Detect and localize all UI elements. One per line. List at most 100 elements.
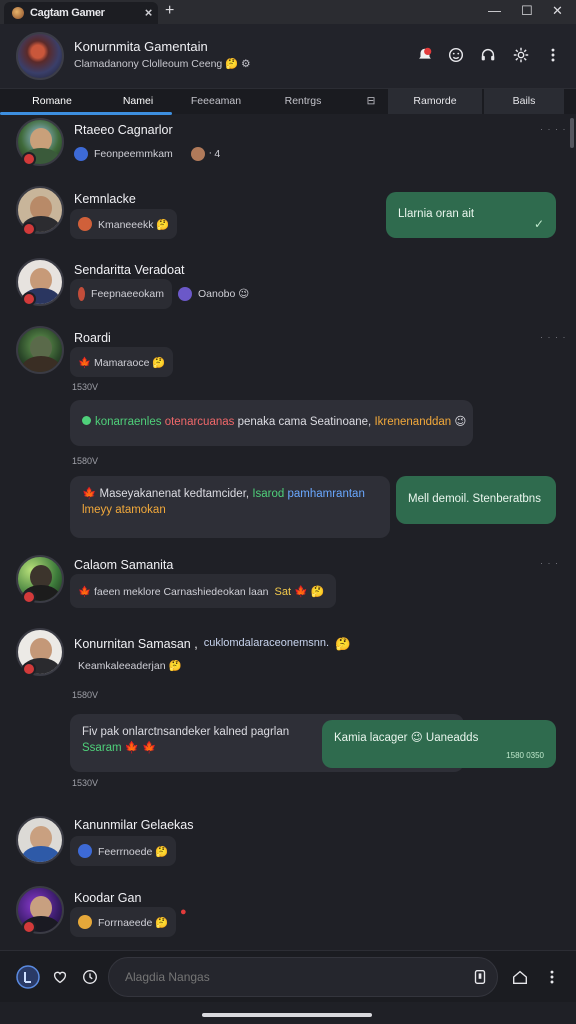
window-titlebar: Cagtam Gamer × + — ☐ ✕ <box>0 0 576 24</box>
chat-name[interactable]: Roardi <box>74 331 111 345</box>
minimize-button[interactable]: — <box>488 3 501 18</box>
mention-user[interactable]: konarraenles <box>95 416 161 428</box>
mention-user[interactable]: lmeyy atamokan <box>82 504 166 516</box>
message-text: penaka cama Seatinoane, <box>237 416 372 428</box>
globe-icon <box>78 844 92 858</box>
home-icon[interactable] <box>508 965 532 989</box>
chat-list: Rtaeeo Cagnarlor Feonpeemmkam ᐧ 4 · · · … <box>0 114 576 950</box>
message-text: 🍁 Maseyakanenat kedtamcider, <box>82 488 250 500</box>
chat-preview-text: Feerrnoede 🤔 <box>98 845 169 858</box>
gold-icon <box>78 915 92 929</box>
status-badge <box>22 152 36 166</box>
avatar[interactable] <box>16 816 64 864</box>
message-emoji: 😉 <box>454 416 467 428</box>
chat-preview: 🍁 Mamaraoce 🤔 <box>70 347 174 377</box>
unread-dot: ● <box>180 906 187 918</box>
status-badge <box>22 222 36 236</box>
chat-preview: Feepnaeeokam <box>70 279 172 309</box>
tab-grid-icon[interactable]: ⊟ <box>356 89 386 114</box>
chat-preview-text: 🍁 Mamaraoce 🤔 <box>78 356 166 369</box>
app-favicon-icon <box>12 7 24 19</box>
home-indicator[interactable] <box>202 1013 372 1017</box>
chat-extra: ᐧ 4 <box>208 148 221 160</box>
more-dots[interactable]: · · · · <box>540 124 567 134</box>
avatar-mini-icon <box>190 147 205 161</box>
status-badge <box>22 292 36 306</box>
new-tab-button[interactable]: + <box>165 2 174 20</box>
chat-preview: 🍁 faeen meklore Carnashiedeokan laan Sat… <box>70 574 336 608</box>
more-dots[interactable]: · · · <box>540 558 559 568</box>
clock-icon[interactable] <box>78 965 102 989</box>
chat-preview-text: 🍁 faeen meklore Carnashiedeokan laan <box>78 585 269 598</box>
message-bubble-outgoing[interactable]: Kamia lacager 😉 Uaneadds 1580 0350 <box>322 720 556 768</box>
tab-namei[interactable]: Namei <box>104 89 172 114</box>
maximize-button[interactable]: ☐ <box>521 3 533 19</box>
more-dots[interactable]: · · · · <box>540 332 567 342</box>
message-text: Fiv pak onlarctnsandeker kalned pagrlan <box>82 726 290 738</box>
message-input[interactable] <box>108 957 498 997</box>
mention-user[interactable]: Ssaram 🍁 🍁 <box>82 742 157 754</box>
chat-name-row: Konurnitan Samasan , cuklomdalaraceonems… <box>74 637 351 652</box>
headset-icon[interactable] <box>477 44 499 66</box>
app-logo-icon[interactable] <box>16 965 40 989</box>
tab-ramorde[interactable]: Ramorde <box>388 89 482 114</box>
chat-name[interactable]: Koodar Gan <box>74 891 141 905</box>
chat-preview-text: Kmaneeekk 🤔 <box>98 218 170 231</box>
attach-icon[interactable] <box>468 965 492 989</box>
browser-tab[interactable]: Cagtam Gamer × <box>4 2 158 24</box>
chat-emoji: 🤔 <box>335 637 351 651</box>
chat-name[interactable]: Kemnlacke <box>74 192 136 206</box>
timestamp: 1530V <box>72 382 99 392</box>
message-bubble-incoming[interactable]: 🍁 Maseyakanenat kedtamcider, Isarod pamh… <box>70 476 390 538</box>
chat-name[interactable]: Calaom Samanita <box>74 558 173 572</box>
chat-name[interactable]: Kanunmilar Gelaekas <box>74 818 194 832</box>
category-tabs: Romane Namei Feeeaman Rentrgs ⊟ Ramorde … <box>0 88 576 115</box>
chat-preview-text: Feonpeemmkam <box>94 148 173 160</box>
avatar[interactable] <box>16 326 64 374</box>
close-window-button[interactable]: ✕ <box>552 3 563 19</box>
chat-preview-text: Feepnaeeokam <box>91 288 164 300</box>
settings-gear-icon[interactable] <box>510 44 532 66</box>
chat-name-extra: cuklomdalaraceonemsnn. <box>203 637 330 649</box>
message-text: Kamia lacager 😉 Uaneadds <box>334 732 479 744</box>
mention-user[interactable]: pamhamrantan <box>287 488 364 500</box>
chat-preview: Feerrnoede 🤔 <box>70 836 177 866</box>
tab-romane[interactable]: Romane <box>0 89 104 114</box>
chat-name[interactable]: Konurnitan Samasan , <box>74 637 198 652</box>
chat-preview: Kmaneeekk 🤔 <box>70 209 178 239</box>
chat-preview: Forrnaeede 🤔 <box>70 907 177 937</box>
message-bubble-outgoing[interactable]: Mell demoil. Stenberatbns <box>396 476 556 524</box>
mention-user[interactable]: Ikrenenanddan <box>374 416 451 428</box>
avatar-mini-icon <box>178 287 192 301</box>
read-check-icon: ✓ <box>533 217 544 231</box>
group-avatar[interactable] <box>16 32 64 80</box>
tab-rentrgs[interactable]: Rentrgs <box>268 89 338 114</box>
more-vertical-icon[interactable] <box>540 965 564 989</box>
chat-header: Konurnmita Gamentain Clamadanony Clolleo… <box>0 24 576 88</box>
mention-user[interactable]: Isarod <box>252 488 284 500</box>
mention-user[interactable]: otenarcuanas <box>165 416 235 428</box>
heart-icon[interactable] <box>48 965 72 989</box>
fire-icon <box>78 217 92 231</box>
timestamp: 1530V <box>72 778 99 788</box>
message-text: Mell demoil. Stenberatbns <box>408 493 541 505</box>
tab-feeeaman[interactable]: Feeeaman <box>180 89 252 114</box>
bell-icon[interactable] <box>414 44 436 66</box>
chat-name[interactable]: Sendaritta Veradoat <box>74 263 185 277</box>
chat-preview-text: Keamkaleeaderjan 🤔 <box>78 660 182 672</box>
status-badge <box>22 920 36 934</box>
message-bubble-incoming[interactable]: konarraenles otenarcuanas penaka cama Se… <box>70 400 473 446</box>
globe-icon <box>74 147 88 161</box>
tab-close-icon[interactable]: × <box>145 5 153 20</box>
timestamp: 1580V <box>72 456 99 466</box>
more-vertical-icon[interactable] <box>542 44 564 66</box>
tab-bails[interactable]: Bails <box>484 89 564 114</box>
message-composer <box>0 950 576 1002</box>
emoji-icon[interactable] <box>445 44 467 66</box>
message-time: 1580 0350 <box>506 751 544 760</box>
chat-preview: Feonpeemmkam ᐧ 4 <box>74 147 220 161</box>
chat-preview-text: Forrnaeede 🤔 <box>98 916 169 929</box>
message-bubble-outgoing[interactable]: Llarnia oran ait ✓ <box>386 192 556 238</box>
message-text: Llarnia oran ait <box>398 208 475 220</box>
chat-name[interactable]: Rtaeeo Cagnarlor <box>74 123 173 137</box>
